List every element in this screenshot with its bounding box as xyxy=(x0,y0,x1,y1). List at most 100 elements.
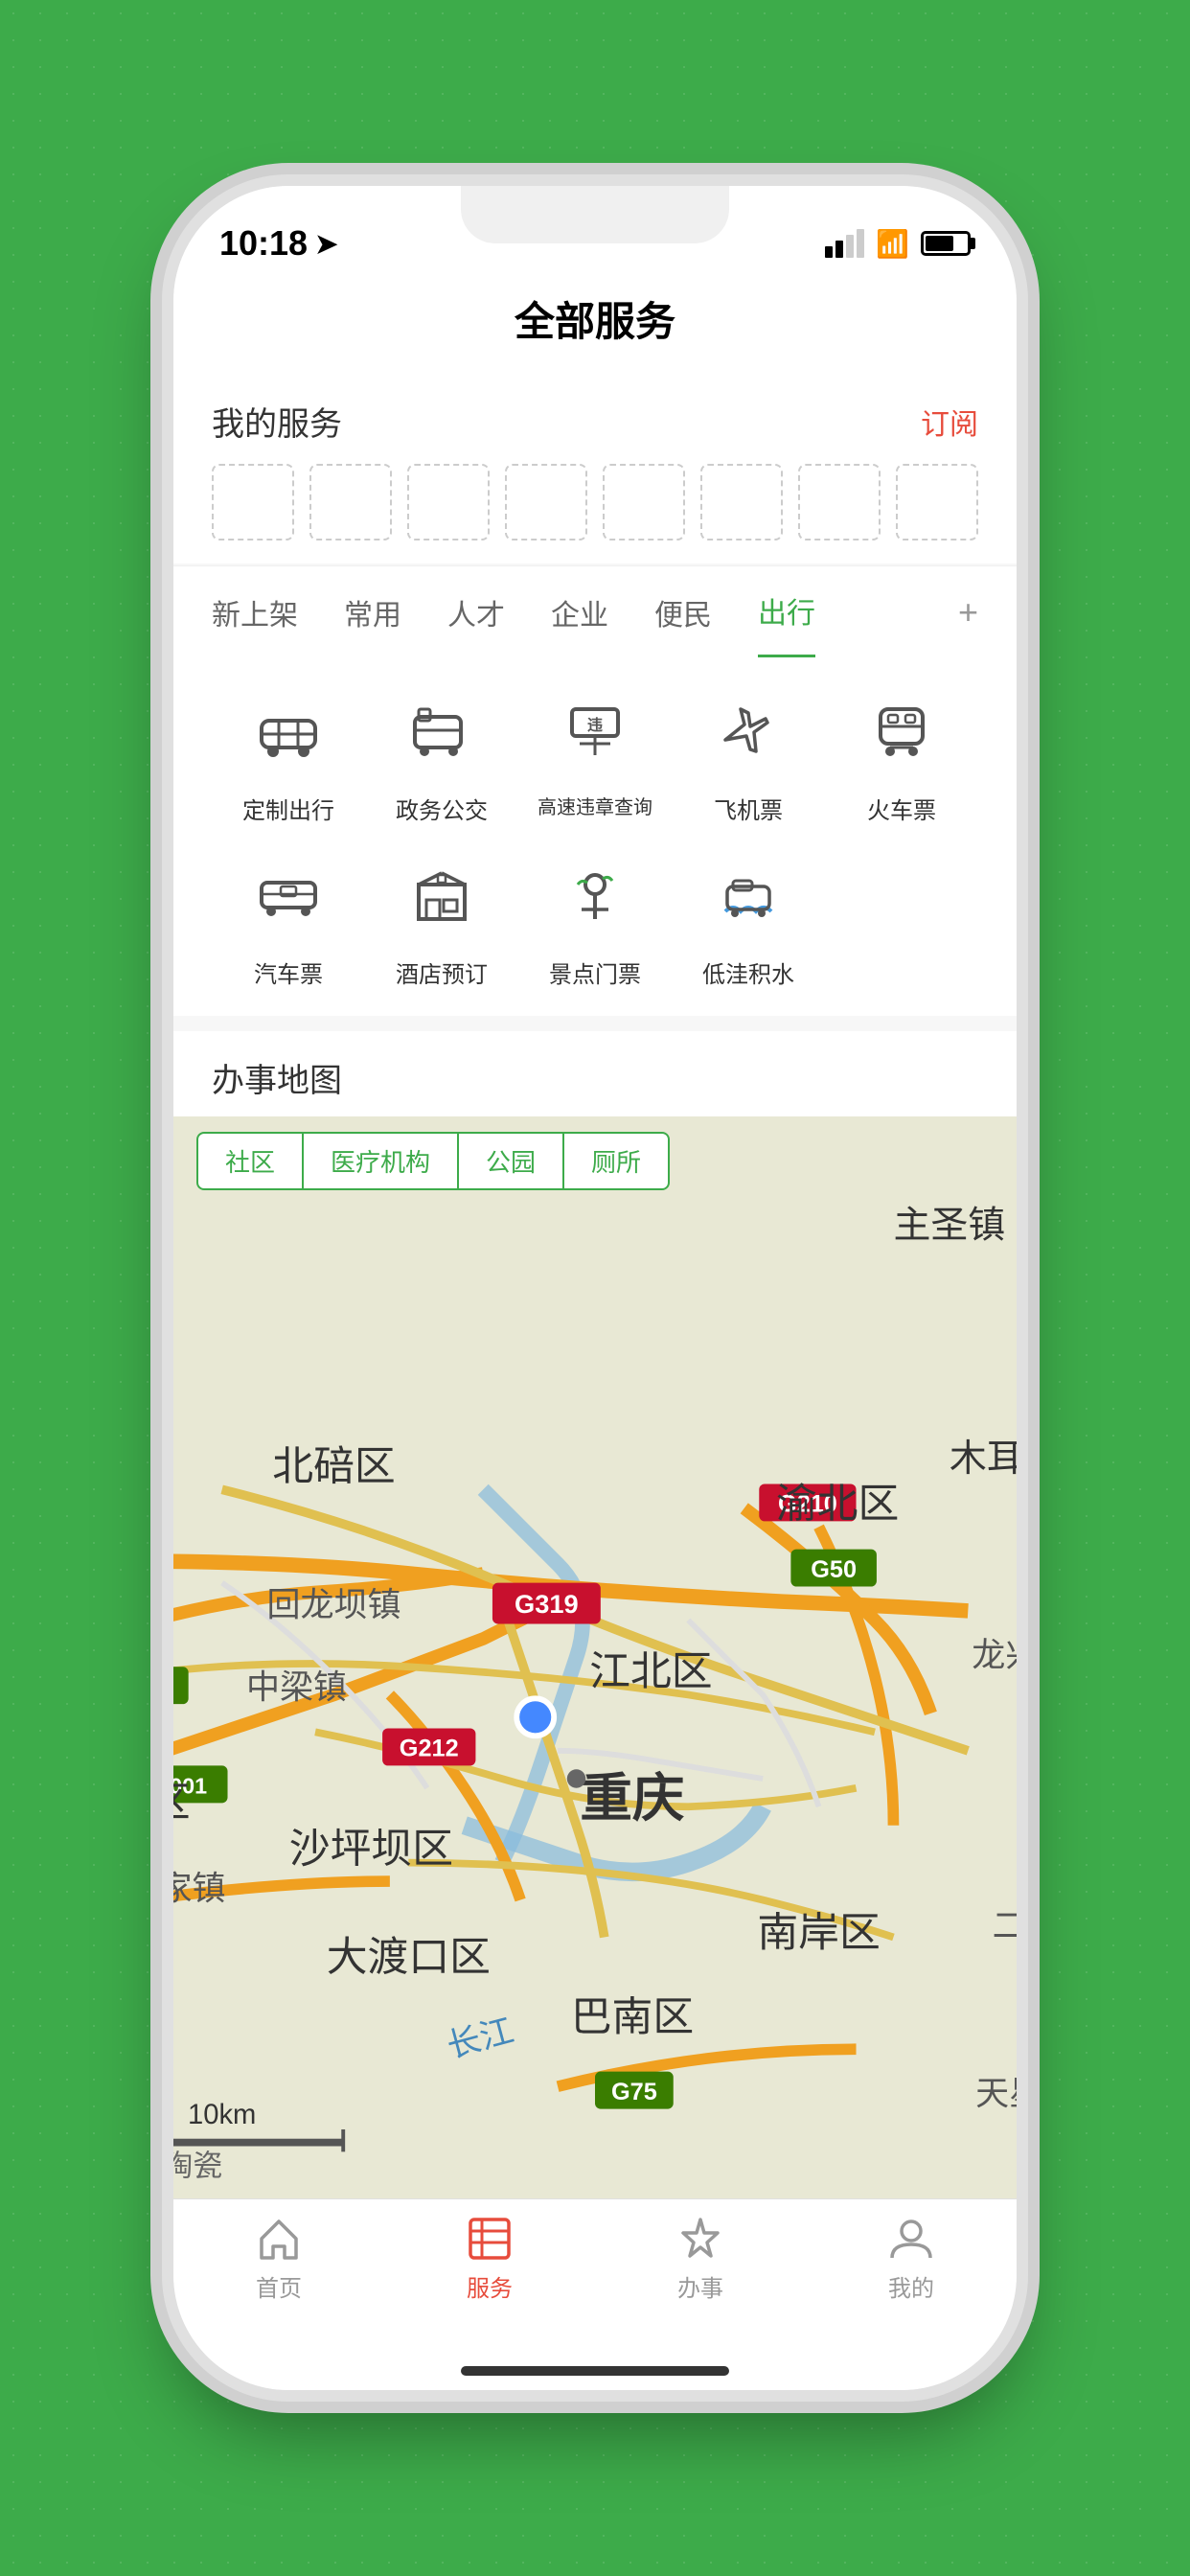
filter-tab-park[interactable]: 公园 xyxy=(457,1132,562,1190)
placeholder-box-3 xyxy=(407,464,490,540)
home-indicator xyxy=(173,2352,1017,2390)
svg-text:天星寺镇: 天星寺镇 xyxy=(975,2076,1017,2113)
map-section-title: 办事地图 xyxy=(173,1031,1017,1116)
nav-home-label: 首页 xyxy=(256,2269,302,2303)
svg-text:巴南区: 巴南区 xyxy=(571,1994,694,2040)
highway-label: 高速违章查询 xyxy=(538,792,652,819)
placeholder-box-8 xyxy=(896,464,978,540)
hotel-label: 酒店预订 xyxy=(396,955,488,989)
svg-text:G319: G319 xyxy=(515,1589,579,1619)
bus-ticket-label: 汽车票 xyxy=(254,955,323,989)
service-flight[interactable]: 飞机票 xyxy=(672,684,825,825)
service-grid-row1: 定制出行 政务公交 xyxy=(212,684,978,989)
waterlog-label: 低洼积水 xyxy=(702,955,794,989)
phone-frame: 10:18 ➤ 📶 全部服务 xyxy=(173,186,1017,2390)
tab-navigation: 新上架 常用 人才 企业 便民 出行 + xyxy=(173,565,1017,657)
scenic-icon xyxy=(547,848,643,944)
signal-icon xyxy=(825,229,864,258)
tab-new[interactable]: 新上架 xyxy=(212,568,298,656)
tab-add-icon[interactable]: + xyxy=(958,592,978,632)
nav-home[interactable]: 首页 xyxy=(254,2214,304,2303)
train-label: 火车票 xyxy=(867,792,936,825)
nav-affairs-label: 办事 xyxy=(677,2269,723,2303)
flight-icon xyxy=(700,684,796,780)
nav-services[interactable]: 服务 xyxy=(465,2214,515,2303)
svg-text:10km: 10km xyxy=(188,2100,256,2130)
map-section: 办事地图 xyxy=(173,1031,1017,2198)
placeholder-box-1 xyxy=(212,464,294,540)
service-bus-ticket[interactable]: 汽车票 xyxy=(212,848,365,989)
svg-text:木耳镇: 木耳镇 xyxy=(950,1438,1017,1480)
waterlog-icon xyxy=(700,848,796,944)
svg-text:沙坪坝区: 沙坪坝区 xyxy=(289,1827,453,1873)
nav-affairs[interactable]: 办事 xyxy=(675,2214,725,2303)
train-icon xyxy=(854,684,950,780)
affairs-nav-icon xyxy=(675,2214,725,2264)
svg-text:普家镇: 普家镇 xyxy=(173,1871,226,1908)
svg-text:渝北区: 渝北区 xyxy=(776,1482,899,1528)
status-time: 10:18 ➤ xyxy=(219,223,338,264)
wifi-icon: 📶 xyxy=(876,228,909,260)
location-arrow-icon: ➤ xyxy=(315,228,337,260)
map-filter-tabs: 社区 医疗机构 公园 厕所 xyxy=(196,1132,670,1190)
screen: 10:18 ➤ 📶 全部服务 xyxy=(173,186,1017,2390)
svg-text:G75: G75 xyxy=(611,2079,657,2105)
tab-common[interactable]: 常用 xyxy=(344,568,401,656)
svg-text:二圣镇: 二圣镇 xyxy=(993,1907,1017,1944)
service-scenic[interactable]: 景点门票 xyxy=(518,848,672,989)
svg-text:主圣镇: 主圣镇 xyxy=(893,1206,1005,1247)
map-svg: G319 G93 G5001 G50 G210 G212 xyxy=(173,1116,1017,2198)
placeholder-box-7 xyxy=(798,464,881,540)
custom-travel-label: 定制出行 xyxy=(242,792,334,825)
status-icons: 📶 xyxy=(825,228,971,260)
bottom-navigation: 首页 服务 办事 xyxy=(173,2198,1017,2352)
service-hotel[interactable]: 酒店预订 xyxy=(365,848,518,989)
svg-text:高德地图 陶瓷: 高德地图 陶瓷 xyxy=(173,2150,222,2183)
hotel-icon xyxy=(394,848,490,944)
scenic-label: 景点门票 xyxy=(549,955,641,989)
nav-mine[interactable]: 我的 xyxy=(886,2214,936,2303)
gov-bus-label: 政务公交 xyxy=(396,792,488,825)
service-waterlog[interactable]: 低洼积水 xyxy=(672,848,825,989)
svg-text:北碚区: 北碚区 xyxy=(272,1444,395,1490)
placeholder-box-5 xyxy=(603,464,685,540)
service-custom-travel[interactable]: 定制出行 xyxy=(212,684,365,825)
my-services-title: 我的服务 xyxy=(212,398,342,445)
svg-text:璧山区: 璧山区 xyxy=(173,1780,191,1826)
nav-services-label: 服务 xyxy=(467,2269,513,2303)
filter-tab-medical[interactable]: 医疗机构 xyxy=(302,1132,457,1190)
home-nav-icon xyxy=(254,2214,304,2264)
svg-text:江北区: 江北区 xyxy=(589,1649,712,1695)
time-display: 10:18 xyxy=(219,223,308,264)
placeholder-box-2 xyxy=(309,464,392,540)
dashed-boxes xyxy=(212,464,978,540)
svg-text:违: 违 xyxy=(587,717,603,734)
map-container[interactable]: G319 G93 G5001 G50 G210 G212 xyxy=(173,1116,1017,2198)
nav-mine-label: 我的 xyxy=(888,2269,934,2303)
service-train[interactable]: 火车票 xyxy=(825,684,978,825)
svg-text:龙兴: 龙兴 xyxy=(972,1637,1017,1674)
tab-enterprise[interactable]: 企业 xyxy=(551,568,608,656)
gov-bus-icon xyxy=(394,684,490,780)
filter-tab-community[interactable]: 社区 xyxy=(196,1132,302,1190)
svg-text:重庆: 重庆 xyxy=(580,1769,685,1828)
subscribe-link[interactable]: 订阅 xyxy=(921,401,978,443)
placeholder-box-4 xyxy=(505,464,587,540)
tab-talent[interactable]: 人才 xyxy=(447,568,505,656)
content-area: 我的服务 订阅 新上架 常用 人才 企业 xyxy=(173,371,1017,2198)
service-gov-bus[interactable]: 政务公交 xyxy=(365,684,518,825)
service-highway[interactable]: 违 高速违章查询 xyxy=(518,684,672,825)
my-services-header: 我的服务 订阅 xyxy=(212,398,978,445)
svg-text:回龙坝镇: 回龙坝镇 xyxy=(266,1587,400,1624)
svg-text:南岸区: 南岸区 xyxy=(757,1910,880,1956)
custom-travel-icon xyxy=(240,684,336,780)
tab-travel[interactable]: 出行 xyxy=(758,566,815,657)
notch xyxy=(461,186,729,243)
filter-tab-toilet[interactable]: 厕所 xyxy=(562,1132,670,1190)
bus-ticket-icon xyxy=(240,848,336,944)
page-title-bar: 全部服务 xyxy=(173,270,1017,371)
services-nav-icon xyxy=(465,2214,515,2264)
svg-text:G50: G50 xyxy=(811,1556,857,1583)
tab-convenience[interactable]: 便民 xyxy=(654,568,712,656)
my-services-section: 我的服务 订阅 xyxy=(173,371,1017,564)
